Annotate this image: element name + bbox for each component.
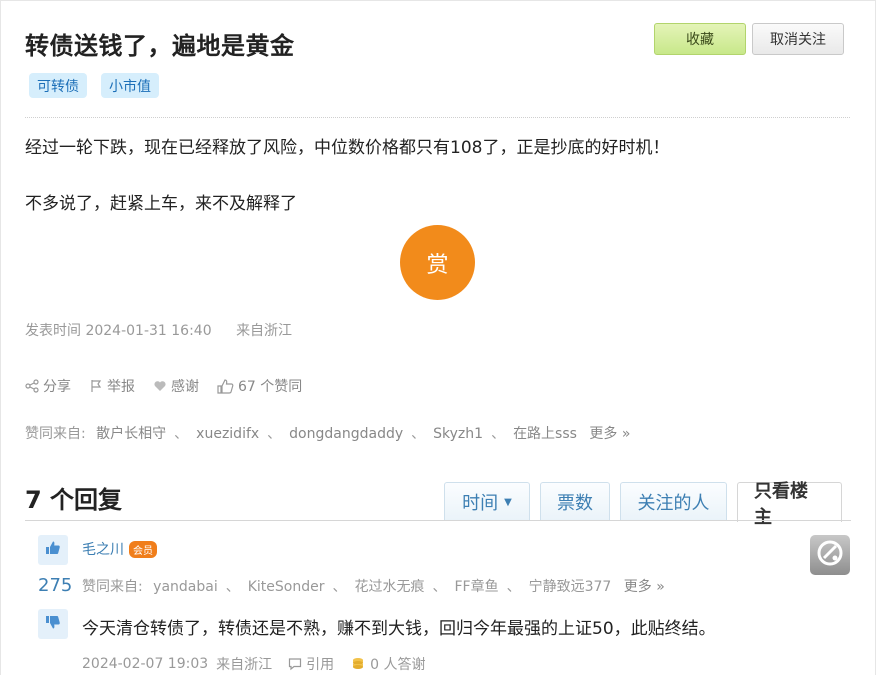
tag-list: 可转债 小市值: [29, 73, 159, 98]
tabs-divider: [25, 520, 851, 521]
liker-separator: 、: [411, 426, 426, 442]
tab-following-label: 关注的人: [637, 493, 710, 514]
quote-label: 引用: [306, 657, 335, 673]
favorite-button[interactable]: 收藏: [654, 23, 746, 55]
liker-separator: 、: [491, 426, 506, 442]
reply-thanks-action[interactable]: 0 人答谢: [350, 654, 426, 674]
share-action[interactable]: 分享: [25, 376, 71, 396]
tab-following[interactable]: 关注的人: [620, 482, 727, 521]
reply-time: 2024-02-07 19:03: [82, 656, 209, 672]
liker-name[interactable]: 在路上sss: [513, 426, 577, 442]
liker-separator: 、: [506, 579, 521, 595]
post-paragraph: 不多说了，赶紧上车，来不及解释了: [25, 194, 297, 214]
tag-small-cap[interactable]: 小市值: [101, 73, 159, 98]
reply-location: 来自浙江: [216, 657, 273, 673]
post-likers: 赞同来自: 散户长相守、 xuezidifx、 dongdangdaddy、 Skyz…: [25, 423, 630, 443]
liker-name[interactable]: 散户长相守: [96, 426, 166, 442]
liker-name[interactable]: xuezidifx: [196, 426, 259, 442]
heart-icon: [153, 379, 167, 393]
tab-time-label: 时间: [462, 493, 499, 514]
upvote-button[interactable]: [38, 535, 68, 565]
liker-name[interactable]: 花过水无痕: [355, 579, 425, 595]
member-badge: 会员: [129, 540, 157, 558]
likers-more-link[interactable]: 更多 »: [624, 579, 665, 595]
publish-time: 发表时间 2024-01-31 16:40: [25, 323, 212, 339]
likers-prefix: 赞同来自:: [82, 579, 143, 595]
post-location: 来自浙江: [236, 323, 293, 339]
vote-action[interactable]: 67 个赞同: [217, 376, 302, 396]
downvote-button[interactable]: [38, 609, 68, 639]
liker-name[interactable]: KiteSonder: [248, 579, 325, 595]
likers-prefix: 赞同来自:: [25, 426, 86, 442]
tab-votes-label: 票数: [557, 493, 593, 514]
thumbs-up-icon: [45, 540, 61, 560]
share-label: 分享: [43, 379, 71, 395]
share-icon: [25, 379, 39, 393]
reply-count-heading: 7 个回复: [25, 486, 123, 514]
avatar-logo-icon: [815, 538, 845, 572]
reply-author: 毛之川 会员: [82, 539, 157, 559]
reply-vote-count: 275: [38, 575, 73, 596]
reply-thanks-label: 0 人答谢: [370, 657, 426, 673]
tab-time[interactable]: 时间 ▼: [444, 482, 530, 521]
thumbs-up-icon: [217, 378, 234, 395]
coins-icon: [350, 656, 366, 672]
tag-convertible-bond[interactable]: 可转债: [29, 73, 87, 98]
thumbs-down-icon: [45, 614, 61, 634]
post-paragraph: 经过一轮下跌，现在已经释放了风险，中位数价格都只有108了，正是抄底的好时机！: [25, 138, 670, 158]
reply-sort-tabs: 时间 ▼ 票数 关注的人 只看楼主: [444, 481, 842, 528]
reply-text: 今天清仓转债了，转债还是不熟，赚不到大钱，回归今年最强的上证50，此贴终结。: [82, 619, 716, 639]
vote-count-label: 67 个赞同: [238, 379, 303, 395]
comment-icon: [288, 657, 302, 671]
unfollow-button[interactable]: 取消关注: [752, 23, 844, 55]
liker-separator: 、: [225, 579, 240, 595]
liker-separator: 、: [174, 426, 189, 442]
reply-meta: 2024-02-07 19:03 来自浙江 引用 0 人答谢: [82, 654, 426, 674]
reply-author-name[interactable]: 毛之川: [82, 539, 124, 559]
quote-action[interactable]: 引用: [288, 654, 334, 674]
report-action[interactable]: 举报: [89, 376, 135, 396]
reward-button[interactable]: 赏: [400, 225, 475, 300]
flag-icon: [89, 379, 103, 393]
post-title: 转债送钱了，遍地是黄金: [25, 32, 295, 60]
tab-author-only[interactable]: 只看楼主: [737, 481, 842, 528]
caret-down-icon: ▼: [504, 496, 512, 508]
liker-name[interactable]: Skyzh1: [433, 426, 483, 442]
post-actions: 分享 举报 感谢 67 个赞同: [25, 376, 320, 396]
tab-votes[interactable]: 票数: [540, 482, 610, 521]
reply-likers: 赞同来自: yandabai、 KiteSonder、花过水无痕、 FF章鱼、宁静致…: [82, 576, 665, 596]
avatar[interactable]: [810, 535, 850, 575]
liker-name[interactable]: dongdangdaddy: [289, 426, 403, 442]
report-label: 举报: [107, 379, 135, 395]
liker-separator: 、: [332, 579, 347, 595]
thanks-action[interactable]: 感谢: [153, 376, 199, 396]
title-divider: [25, 117, 850, 118]
likers-more-link[interactable]: 更多 »: [589, 426, 630, 442]
liker-name[interactable]: 宁静致远377: [529, 579, 612, 595]
liker-separator: 、: [432, 579, 447, 595]
liker-name[interactable]: yandabai: [153, 579, 218, 595]
liker-name[interactable]: FF章鱼: [455, 579, 499, 595]
thanks-label: 感谢: [171, 379, 199, 395]
liker-separator: 、: [267, 426, 282, 442]
post-meta: 发表时间 2024-01-31 16:40 来自浙江: [25, 320, 292, 340]
